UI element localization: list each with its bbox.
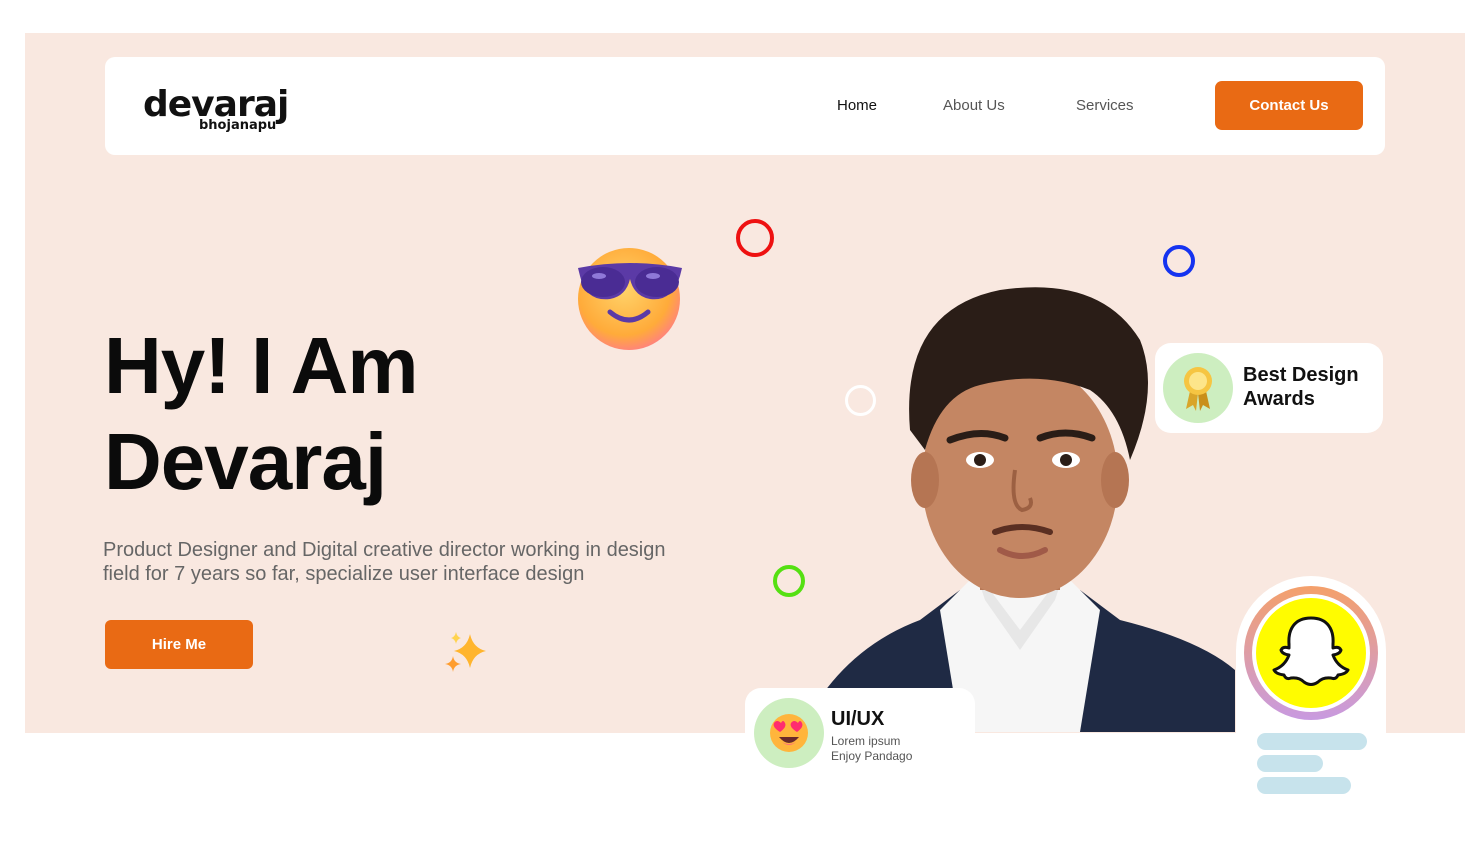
subtitle-line-2: field for 7 years so far, specialize use… xyxy=(103,563,585,585)
award-badge xyxy=(1163,353,1233,423)
award-line-2: Awards xyxy=(1243,388,1315,410)
uiux-line-2: Enjoy Pandago xyxy=(831,749,913,763)
best-design-awards-card: Best Design Awards xyxy=(1155,343,1383,433)
placeholder-bar-2 xyxy=(1257,755,1323,772)
hero-headline: Hy! I Am Devaraj xyxy=(104,318,419,510)
nav-link-home[interactable]: Home xyxy=(837,97,877,114)
placeholder-bar-1 xyxy=(1257,733,1367,750)
uiux-badge xyxy=(754,698,824,768)
subtitle-line-1: Product Designer and Digital creative di… xyxy=(103,539,666,561)
hire-me-button[interactable]: Hire Me xyxy=(105,620,253,669)
award-line-1: Best Design xyxy=(1243,364,1359,386)
navbar: devaraj bhojanapu Home About Us Services… xyxy=(105,57,1385,155)
hero-subtitle: Product Designer and Digital creative di… xyxy=(103,538,743,586)
logo-sub-text: bhojanapu xyxy=(199,118,277,133)
uiux-card: UI/UX Lorem ipsum Enjoy Pandago xyxy=(745,688,975,778)
red-ring-decoration xyxy=(736,219,774,257)
award-text: Best Design Awards xyxy=(1243,363,1378,411)
placeholder-bar-3 xyxy=(1257,777,1351,794)
sunglasses-emoji-icon xyxy=(578,248,682,350)
logo[interactable]: devaraj bhojanapu xyxy=(143,85,303,135)
headline-line-1: Hy! I Am xyxy=(104,321,419,410)
contact-us-button[interactable]: Contact Us xyxy=(1215,81,1363,130)
nav-link-about-us[interactable]: About Us xyxy=(943,97,1005,114)
uiux-title: UI/UX xyxy=(831,708,885,730)
nav-link-services[interactable]: Services xyxy=(1076,97,1134,114)
heart-eyes-emoji-icon xyxy=(770,714,808,752)
headline-line-2: Devaraj xyxy=(104,417,387,506)
award-ribbon-icon xyxy=(1184,367,1212,411)
sparkles-icon xyxy=(445,632,486,672)
uiux-line-1: Lorem ipsum xyxy=(831,734,901,748)
profile-photo xyxy=(800,287,1235,732)
snapchat-icon[interactable] xyxy=(1242,584,1380,722)
